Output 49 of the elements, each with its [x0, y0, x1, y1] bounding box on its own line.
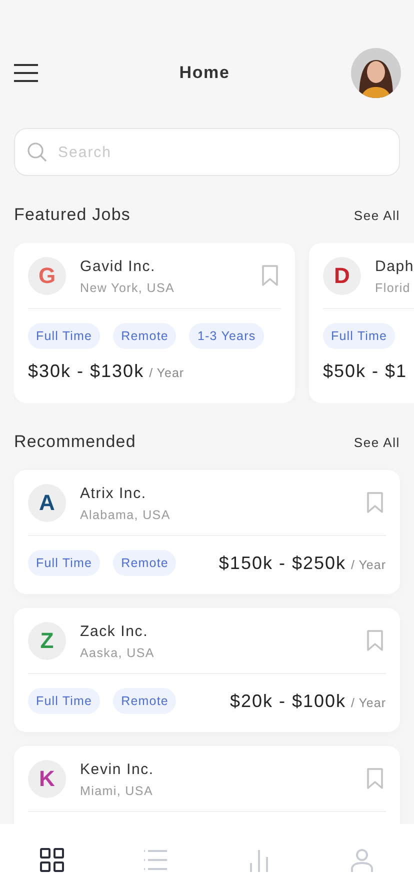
job-tag: Remote	[113, 688, 176, 714]
job-tag: Remote	[113, 323, 176, 349]
menu-icon[interactable]	[14, 64, 38, 82]
job-location: Alabama, USA	[80, 508, 172, 522]
list-icon[interactable]	[143, 848, 168, 872]
job-location: New York, USA	[80, 280, 176, 294]
salary-period: / Year	[351, 558, 386, 572]
company-name: Zack Inc.	[80, 622, 150, 640]
section-title: Recommended	[14, 432, 136, 452]
company-logo: D	[323, 257, 361, 295]
job-card[interactable]: Z Zack Inc. Aaska, USA Full Time Remote $20k - $100k / Year	[14, 608, 400, 732]
company-logo: Z	[28, 622, 66, 660]
job-tag: Remote	[113, 550, 176, 576]
see-all-link[interactable]: See All	[354, 434, 400, 450]
see-all-link[interactable]: See All	[354, 208, 400, 222]
bookmark-icon[interactable]	[366, 768, 384, 790]
page-title: Home	[179, 63, 230, 83]
job-card[interactable]: D Daph Florid Full Time $50k - $1	[309, 243, 414, 403]
company-name: Atrix Inc.	[80, 484, 148, 502]
company-name: Daph	[375, 258, 414, 274]
salary-range: $50k - $1	[323, 361, 408, 382]
company-logo: A	[28, 484, 66, 522]
company-name: Kevin Inc.	[80, 760, 155, 778]
salary-range: $30k - $130k	[28, 361, 144, 382]
job-tag: Full Time	[28, 688, 100, 714]
job-tag: 1-3 Years	[189, 323, 264, 349]
company-name: Gavid Inc.	[80, 258, 157, 274]
section-title: Featured Jobs	[14, 205, 130, 225]
bookmark-icon[interactable]	[366, 630, 384, 652]
avatar[interactable]	[351, 48, 401, 98]
job-card[interactable]: G Gavid Inc. New York, USA Full Time Remote 1-3 Years $30k - $130k / Year	[14, 243, 295, 403]
job-card[interactable]: A Atrix Inc. Alabama, USA Full Time Remote $150k - $250k / Year	[14, 470, 400, 594]
salary-range: $150k - $250k	[218, 552, 346, 574]
salary-range: $20k - $100k	[230, 690, 346, 712]
job-location: Miami, USA	[80, 784, 154, 798]
job-location: Florid	[375, 280, 412, 294]
job-tag: Full Time	[28, 550, 100, 576]
company-logo: K	[28, 760, 66, 798]
job-tag: Full Time	[28, 323, 100, 349]
bookmark-icon[interactable]	[261, 265, 279, 287]
company-logo: G	[28, 257, 66, 295]
salary-period: / Year	[351, 696, 386, 710]
job-tag: Full Time	[323, 323, 396, 349]
salary-period: / Year	[149, 366, 184, 380]
job-location: Aaska, USA	[80, 646, 156, 660]
bookmark-icon[interactable]	[366, 492, 384, 514]
grid-icon[interactable]	[40, 848, 64, 872]
profile-icon[interactable]	[350, 848, 374, 872]
job-card[interactable]: K Kevin Inc. Miami, USA	[14, 746, 400, 824]
